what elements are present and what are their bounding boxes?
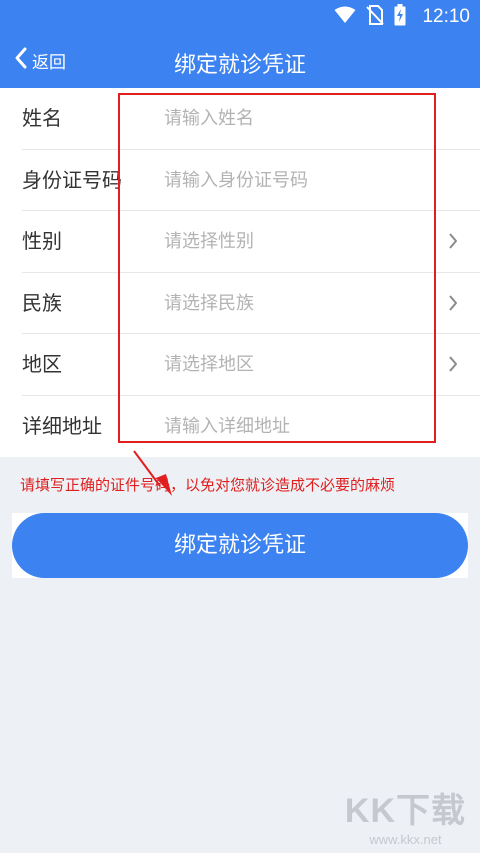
ethnicity-select[interactable]: 民族 请选择民族 bbox=[22, 273, 480, 334]
field-label: 民族 bbox=[22, 290, 62, 315]
chevron-right-icon bbox=[448, 232, 458, 254]
binding-form: 姓名 请输入姓名 身份证号码 请输入身份证号码 性别 请选择性别 民族 请选择民… bbox=[0, 88, 480, 457]
page-title: 绑定就诊凭证 bbox=[173, 53, 306, 78]
bind-credential-button[interactable]: 绑定就诊凭证 bbox=[12, 513, 468, 578]
field-label: 地区 bbox=[22, 352, 62, 376]
field-label: 身份证号码 bbox=[22, 167, 122, 192]
region-select[interactable]: 地区 请选择地区 bbox=[22, 334, 480, 396]
region-placeholder: 请选择地区 bbox=[164, 354, 254, 375]
address-field[interactable]: 详细地址 请输入详细地址 bbox=[22, 396, 480, 458]
field-label: 详细地址 bbox=[22, 413, 102, 438]
chevron-right-icon bbox=[448, 355, 458, 377]
ethnicity-placeholder: 请选择民族 bbox=[164, 292, 254, 314]
status-bar: 12:10 bbox=[0, 0, 480, 34]
gender-select[interactable]: 性别 请选择性别 bbox=[22, 211, 480, 273]
battery-charging-icon bbox=[394, 4, 406, 30]
gender-placeholder: 请选择性别 bbox=[164, 231, 254, 252]
field-label: 性别 bbox=[22, 229, 62, 253]
title-bar: 返回 绑定就诊凭证 bbox=[0, 34, 480, 88]
name-field[interactable]: 姓名 请输入姓名 bbox=[22, 88, 480, 150]
submit-area: 绑定就诊凭证 bbox=[12, 513, 468, 578]
watermark: KK下载 www.kkx.net bbox=[345, 783, 466, 847]
field-label: 姓名 bbox=[22, 106, 62, 130]
name-input[interactable]: 请输入姓名 bbox=[164, 88, 254, 149]
watermark-brand: KK下载 bbox=[344, 792, 466, 830]
watermark-url: www.kkx.net bbox=[369, 832, 442, 847]
status-time: 12:10 bbox=[422, 6, 470, 27]
id-number-input[interactable]: 请输入身份证号码 bbox=[164, 150, 308, 211]
no-sim-icon bbox=[366, 5, 385, 29]
wifi-icon bbox=[334, 6, 356, 28]
chevron-right-icon bbox=[448, 294, 458, 316]
warning-tip: 请填写正确的证件号码，以免对您就诊造成不必要的麻烦 bbox=[20, 476, 396, 494]
id-number-field[interactable]: 身份证号码 请输入身份证号码 bbox=[22, 150, 480, 211]
address-input[interactable]: 请输入详细地址 bbox=[164, 396, 290, 457]
